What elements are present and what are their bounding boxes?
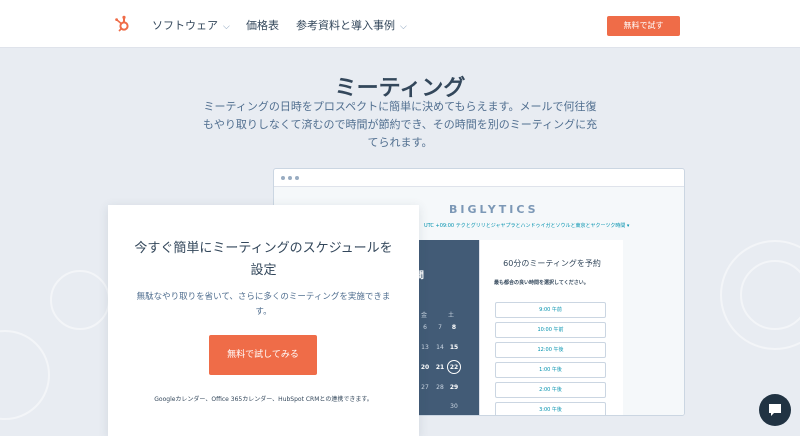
calendar-day[interactable]: 14 xyxy=(434,344,446,351)
window-dot-icon xyxy=(281,176,285,180)
calendar-day[interactable]: 21 xyxy=(434,364,446,371)
weekday-label: 土 xyxy=(447,312,454,319)
nav-pricing[interactable]: 価格表 xyxy=(246,17,279,33)
calendar-day[interactable]: 29 xyxy=(448,384,460,391)
top-navigation: ソフトウェア ⌵ 価格表 参考資料と導入事例 ⌵ 無料で試す xyxy=(0,0,800,48)
timezone-selector[interactable]: UTC +09:00 テクとグリリとジャヤプラとハンドゥイガとソウルと東京とヤク… xyxy=(424,222,629,229)
integrations-note: Googleカレンダー、Office 365カレンダー、HubSpot CRMと… xyxy=(154,396,373,403)
calendar-day[interactable]: 20 xyxy=(419,364,431,371)
try-free-button[interactable]: 無料で試してみる xyxy=(209,335,317,375)
calendar-day[interactable]: 7 xyxy=(434,324,446,331)
browser-toolbar xyxy=(274,169,684,187)
calendar-day[interactable]: 28 xyxy=(434,384,446,391)
calendar-day[interactable]: 8 xyxy=(448,324,460,331)
nav-software[interactable]: ソフトウェア ⌵ xyxy=(152,17,230,33)
card-description: 無駄なやり取りを省いて、さらに多くのミーティングを実施できます。 xyxy=(136,292,391,317)
time-slot-button[interactable]: 1:00 午後 xyxy=(495,362,606,378)
decorative-circle xyxy=(0,330,50,420)
brand-logo: BIGLYTICS xyxy=(449,203,539,216)
card-title: 今すぐ簡単にミーティングのスケジュールを設定 xyxy=(134,241,393,278)
time-slot-button[interactable]: 10:00 午前 xyxy=(495,322,606,338)
calendar-day[interactable]: 6 xyxy=(419,324,431,331)
schedule-title: 60分のミーティングを予約 xyxy=(503,259,601,268)
window-dot-icon xyxy=(288,176,292,180)
time-slot-button[interactable]: 9:00 午前 xyxy=(495,302,606,318)
schedule-panel: 60分のミーティングを予約 最も都合の良い時間を選択してください。 9:00 午… xyxy=(479,240,623,415)
calendar-day[interactable]: 15 xyxy=(448,344,460,351)
weekday-label: 金 xyxy=(420,312,427,319)
free-trial-button[interactable]: 無料で試す xyxy=(607,16,680,36)
chat-bubble-icon xyxy=(769,404,781,416)
schedule-subtitle: 最も都合の良い時間を選択してください。 xyxy=(494,280,589,286)
hubspot-logo-icon[interactable] xyxy=(113,14,133,34)
time-slot-button[interactable]: 12:00 午後 xyxy=(495,342,606,358)
calendar-day[interactable]: 22 xyxy=(448,364,460,371)
chevron-down-icon: ⌵ xyxy=(400,22,407,32)
decorative-circle xyxy=(50,270,110,330)
nav-software-label: ソフトウェア xyxy=(152,19,218,32)
window-dot-icon xyxy=(295,176,299,180)
nav-resources-label: 参考資料と導入事例 xyxy=(296,19,395,32)
nav-pricing-label: 価格表 xyxy=(246,19,279,32)
time-slot-button[interactable]: 2:00 午後 xyxy=(495,382,606,398)
scheduling-card: 今すぐ簡単にミーティングのスケジュールを設定 無駄なやり取りを省いて、さらに多く… xyxy=(108,205,419,436)
time-slot-button[interactable]: 3:00 午後 xyxy=(495,402,606,415)
calendar-day[interactable]: 30 xyxy=(448,403,460,410)
nav-resources[interactable]: 参考資料と導入事例 ⌵ xyxy=(296,17,407,33)
calendar-day[interactable]: 27 xyxy=(419,384,431,391)
calendar-day[interactable]: 13 xyxy=(419,344,431,351)
page-description: ミーティングの日時をプロスペクトに簡単に決めてもらえます。メールで何往復もやり取… xyxy=(202,100,598,149)
chevron-down-icon: ⌵ xyxy=(223,22,230,32)
chat-widget-button[interactable] xyxy=(759,394,791,426)
